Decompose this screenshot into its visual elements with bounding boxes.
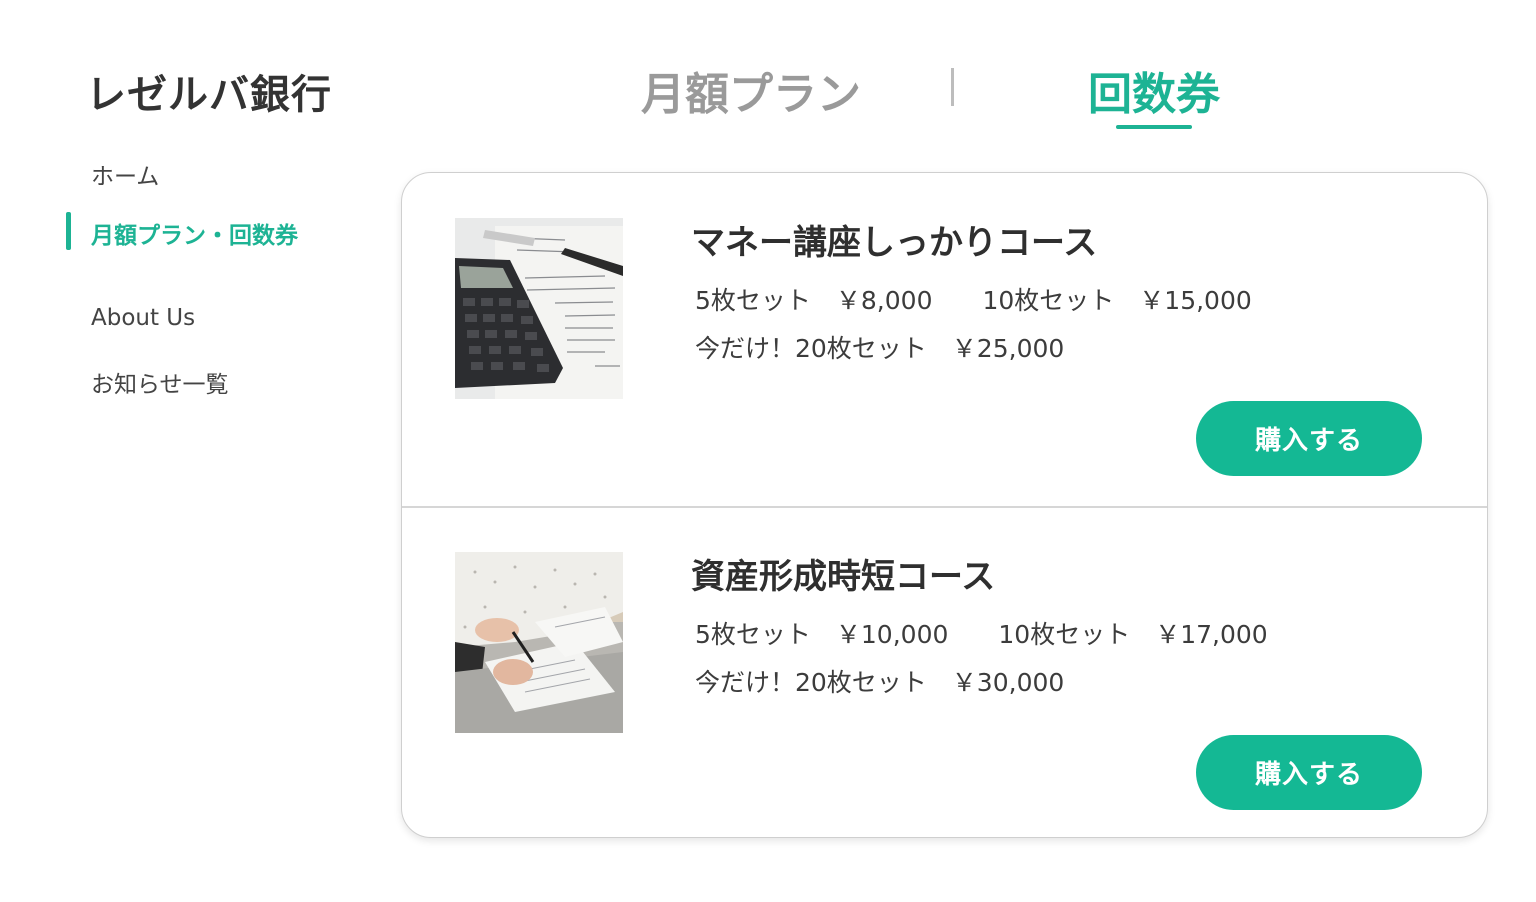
buy-button[interactable]: 購入する [1196, 401, 1422, 476]
course-title: 資産形成時短コース [691, 557, 996, 597]
brand-logo[interactable]: レゼルバ銀行 [86, 62, 332, 120]
buy-button[interactable]: 購入する [1196, 735, 1422, 810]
course-prices-line-2: 今だけ！20枚セット ￥30,000 [695, 668, 1065, 697]
sidebar-item-plans-tickets[interactable]: 月額プラン・回数券 [91, 216, 298, 250]
course-item: 資産形成時短コース 5枚セット ￥10,000 10枚セット ￥17,000 今… [402, 507, 1487, 837]
page: レゼルバ銀行 ホーム 月額プラン・回数券 About Us お知らせ一覧 月額プ… [0, 0, 1536, 902]
tab-tickets[interactable]: 回数券 [1088, 58, 1220, 122]
course-prices-line-2: 今だけ！20枚セット ￥25,000 [695, 334, 1065, 363]
sidebar-item-about-us[interactable]: About Us [91, 305, 195, 331]
sidebar-item-home[interactable]: ホーム [91, 157, 159, 191]
course-title: マネー講座しっかりコース [691, 223, 1098, 263]
calculator-photo [455, 218, 623, 399]
tab-divider [951, 68, 954, 106]
course-card: マネー講座しっかりコース 5枚セット ￥8,000 10枚セット ￥15,000… [401, 172, 1488, 838]
course-item: マネー講座しっかりコース 5枚セット ￥8,000 10枚セット ￥15,000… [402, 173, 1487, 506]
writing-photo [455, 552, 623, 733]
active-nav-indicator [66, 212, 71, 250]
sidebar-item-news-list[interactable]: お知らせ一覧 [91, 365, 229, 399]
course-prices-line-1: 5枚セット ￥10,000 10枚セット ￥17,000 [695, 620, 1268, 649]
tab-monthly-plan[interactable]: 月額プラン [641, 58, 861, 122]
active-tab-underline [1116, 125, 1192, 129]
course-prices-line-1: 5枚セット ￥8,000 10枚セット ￥15,000 [695, 286, 1252, 315]
